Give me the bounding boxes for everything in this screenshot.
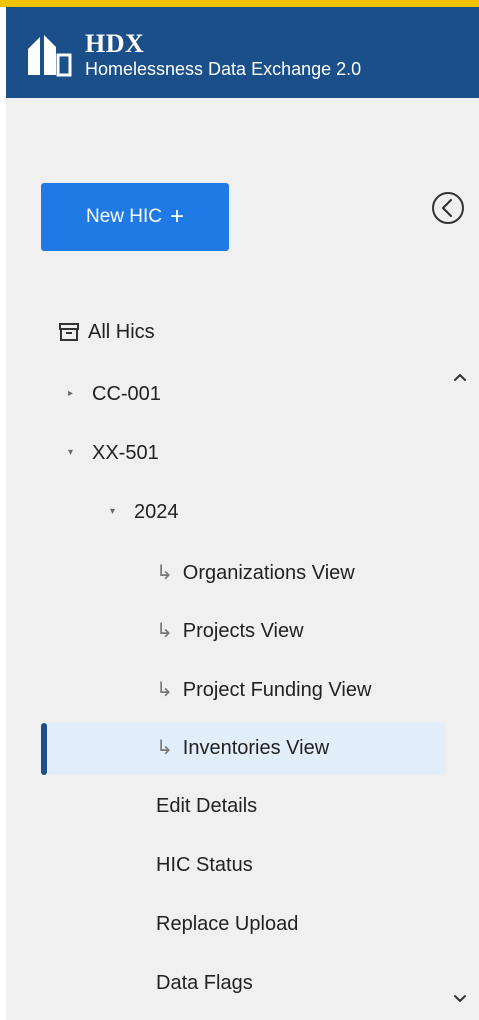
new-hic-button[interactable]: New HIC + bbox=[41, 183, 229, 251]
hdx-logo-icon bbox=[28, 35, 72, 77]
tree-item-all-hics[interactable]: All Hics bbox=[58, 320, 155, 344]
scroll-up-chevron-up-icon[interactable] bbox=[450, 368, 470, 388]
caret-down-icon: ▾ bbox=[68, 447, 74, 458]
new-hic-label: New HIC bbox=[85, 206, 162, 227]
tree-item-inventories-view[interactable]: ↳ Inventories View bbox=[156, 736, 329, 760]
subdirectory-arrow-icon: ↳ bbox=[156, 679, 173, 701]
tree-item-cc-001[interactable]: ▸ CC-001 bbox=[68, 382, 161, 406]
subdirectory-arrow-icon: ↳ bbox=[156, 737, 173, 759]
tree-item-label: HIC Status bbox=[156, 854, 253, 876]
tree-item-xx-501[interactable]: ▾ XX-501 bbox=[68, 441, 159, 465]
tree-item-label: Project Funding View bbox=[182, 679, 372, 701]
tree-item-label: XX-501 bbox=[92, 442, 159, 464]
tree-item-label: Projects View bbox=[182, 620, 304, 642]
selected-indicator bbox=[41, 723, 47, 775]
brand-subtitle: Homelessness Data Exchange 2.0 bbox=[85, 59, 362, 79]
caret-down-icon: ▾ bbox=[110, 506, 116, 517]
tree-item-label: Organizations View bbox=[182, 562, 355, 584]
brand-name: HDX bbox=[85, 29, 145, 58]
app-header: HDX Homelessness Data Exchange 2.0 bbox=[6, 7, 479, 98]
tree-item-organizations-view[interactable]: ↳ Organizations View bbox=[156, 561, 355, 585]
tree-item-label: CC-001 bbox=[92, 383, 161, 405]
tree-item-label: All Hics bbox=[88, 321, 155, 343]
tree-item-label: Data Flags bbox=[156, 972, 253, 994]
tree-item-2024[interactable]: ▾ 2024 bbox=[110, 500, 179, 524]
tree-item-projects-view[interactable]: ↳ Projects View bbox=[156, 619, 304, 643]
archive-icon bbox=[59, 323, 79, 341]
caret-right-icon: ▸ bbox=[68, 388, 74, 399]
scroll-down-chevron-down-icon[interactable] bbox=[450, 988, 470, 1008]
tree-item-label: Replace Upload bbox=[156, 913, 299, 935]
header-accent-bar bbox=[0, 0, 479, 7]
plus-icon: + bbox=[170, 203, 185, 230]
sidebar: New HIC + All Hics ▸ CC-001 ▾ XX-501 ▾ 2… bbox=[6, 98, 479, 1020]
tree-item-replace-upload[interactable]: Replace Upload bbox=[156, 912, 298, 936]
tree-item-data-flags[interactable]: Data Flags bbox=[156, 971, 253, 995]
tree-item-project-funding-view[interactable]: ↳ Project Funding View bbox=[156, 678, 371, 702]
collapse-sidebar-icon[interactable] bbox=[430, 190, 466, 226]
tree-item-hic-status[interactable]: HIC Status bbox=[156, 853, 253, 877]
subdirectory-arrow-icon: ↳ bbox=[156, 562, 173, 584]
tree-item-label: 2024 bbox=[134, 501, 179, 523]
subdirectory-arrow-icon: ↳ bbox=[156, 620, 173, 642]
tree-item-label: Edit Details bbox=[156, 795, 258, 817]
tree-item-edit-details[interactable]: Edit Details bbox=[156, 794, 257, 818]
tree-item-label: Inventories View bbox=[182, 737, 330, 759]
